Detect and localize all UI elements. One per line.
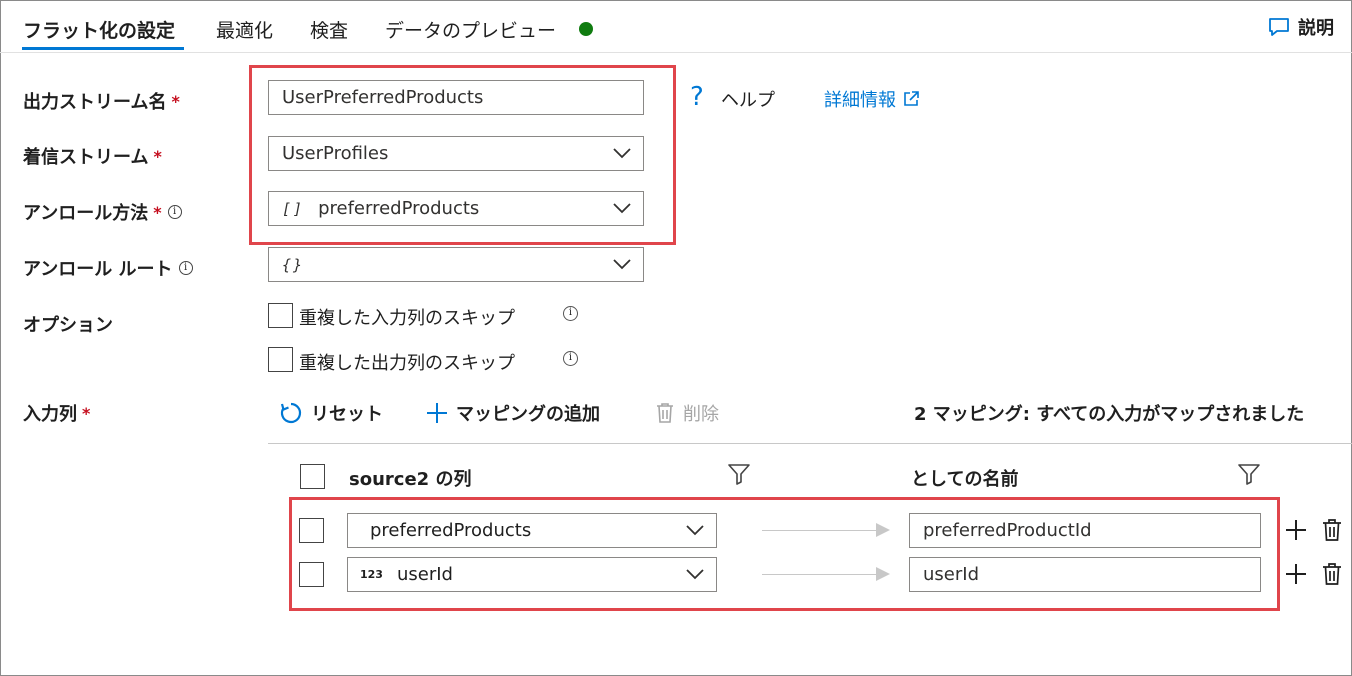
help-label: ヘルプ: [721, 90, 775, 111]
unroll-by-label: アンロール方法 * i: [23, 199, 182, 225]
highlight-box-settings: [249, 65, 676, 245]
tab-data-preview[interactable]: データのプレビュー: [385, 16, 556, 43]
add-mapping-button[interactable]: マッピングの追加: [426, 400, 600, 426]
info-icon[interactable]: i: [167, 205, 182, 219]
trash-icon: [657, 403, 673, 423]
reset-button[interactable]: リセット: [279, 400, 383, 426]
tab-flatten-settings[interactable]: フラット化の設定: [23, 16, 175, 43]
source-column-header: source2 の列: [349, 469, 472, 490]
unroll-root-label: アンロール ルート i: [23, 255, 193, 281]
skip-duplicate-output-label: 重複した出力列のスキップ: [299, 353, 515, 374]
unroll-root-select[interactable]: {}: [268, 247, 644, 282]
skip-duplicate-output-checkbox[interactable]: [268, 347, 293, 372]
delete-row-icon[interactable]: [1322, 518, 1342, 542]
info-icon[interactable]: i: [563, 351, 578, 366]
filter-icon[interactable]: [727, 463, 751, 485]
add-row-icon[interactable]: [1285, 519, 1307, 541]
select-all-checkbox[interactable]: [300, 464, 325, 489]
incoming-stream-label: 着信ストリーム *: [23, 146, 162, 169]
help-icon[interactable]: ?: [690, 82, 704, 112]
input-columns-label: 入力列 *: [23, 403, 91, 426]
explain-button[interactable]: 説明: [1268, 14, 1334, 40]
output-stream-label: 出力ストリーム名 *: [23, 91, 180, 114]
preview-status-dot: [579, 22, 593, 36]
delete-button[interactable]: 削除: [655, 400, 719, 426]
info-icon[interactable]: i: [178, 261, 193, 275]
skip-duplicate-input-label: 重複した入力列のスキップ: [299, 308, 515, 329]
active-tab-indicator: [22, 47, 184, 50]
tabbar-divider: [0, 52, 1352, 53]
mapping-summary: 2 マッピング: すべての入力がマップされました: [914, 404, 1305, 425]
object-type-icon: {}: [282, 255, 305, 274]
external-link-icon: [904, 91, 919, 106]
tab-optimize[interactable]: 最適化: [216, 16, 273, 43]
add-row-icon[interactable]: [1285, 563, 1307, 585]
plus-icon: [427, 403, 447, 423]
target-column-header: としての名前: [911, 469, 1019, 490]
options-label: オプション: [23, 315, 113, 336]
chevron-down-icon: [613, 259, 631, 270]
required-mark: *: [82, 403, 91, 423]
required-mark: *: [153, 202, 162, 222]
filter-icon[interactable]: [1237, 463, 1261, 485]
table-top-divider: [268, 443, 1352, 444]
chat-bubble-icon: [1269, 18, 1289, 36]
explain-label: 説明: [1298, 18, 1334, 39]
highlight-box-mappings: [289, 497, 1280, 611]
info-icon[interactable]: i: [563, 306, 578, 321]
skip-duplicate-input-checkbox[interactable]: [268, 303, 293, 328]
tab-inspect[interactable]: 検査: [310, 16, 348, 43]
delete-row-icon[interactable]: [1322, 562, 1342, 586]
reset-icon: [280, 402, 302, 424]
required-mark: *: [171, 91, 180, 111]
more-info-link[interactable]: 詳細情報: [824, 86, 920, 112]
required-mark: *: [153, 146, 162, 166]
